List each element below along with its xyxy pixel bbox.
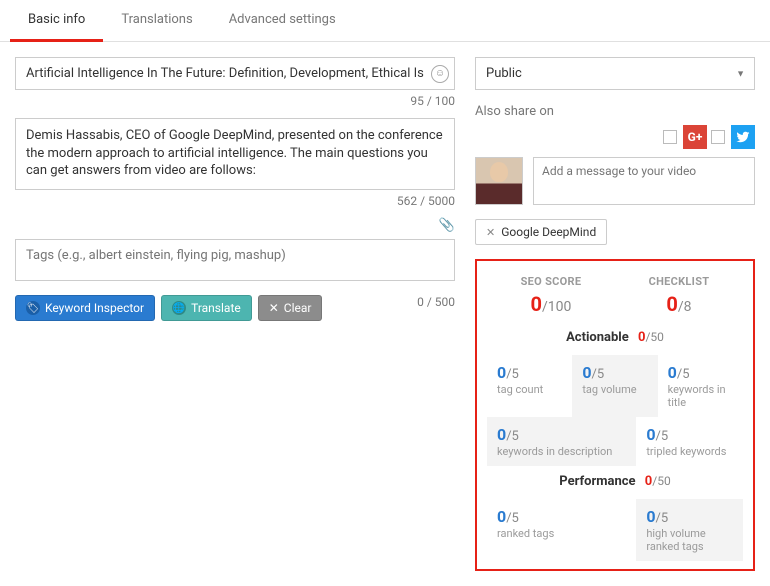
- button-label: Clear: [284, 301, 312, 315]
- tabs-bar: Basic info Translations Advanced setting…: [0, 0, 770, 42]
- twitter-icon[interactable]: [731, 125, 755, 149]
- avatar: [475, 157, 523, 205]
- privacy-select[interactable]: Public: [475, 57, 755, 90]
- google-plus-icon[interactable]: G+: [683, 125, 707, 149]
- metric-tripled-keywords: 0/5tripled keywords: [636, 417, 743, 466]
- description-counter: 562 / 5000: [15, 194, 455, 208]
- chip-label: Google DeepMind: [501, 225, 596, 239]
- tab-basic-info[interactable]: Basic info: [10, 0, 103, 42]
- metric-ranked-tags: 0/5ranked tags: [487, 499, 636, 561]
- metric-keywords-title: 0/5keywords in title: [658, 355, 743, 417]
- translate-button[interactable]: 🌐 Translate: [161, 295, 252, 321]
- twitter-checkbox[interactable]: [711, 130, 725, 144]
- metric-tag-volume: 0/5tag volume: [572, 355, 657, 417]
- video-description-input[interactable]: Demis Hassabis, CEO of Google DeepMind, …: [15, 118, 455, 190]
- google-plus-checkbox[interactable]: [663, 130, 677, 144]
- close-icon[interactable]: ✕: [486, 226, 495, 239]
- clear-button[interactable]: ✕ Clear: [258, 295, 323, 321]
- tag-icon: 🏷: [26, 301, 40, 315]
- actionable-header: Actionable 0/50: [487, 330, 743, 345]
- emoji-icon[interactable]: ☺: [431, 65, 449, 83]
- title-counter: 95 / 100: [15, 94, 455, 108]
- seo-score-value: 0/100: [521, 292, 582, 316]
- metric-keywords-description: 0/5keywords in description: [487, 417, 636, 466]
- metric-tag-count: 0/5tag count: [487, 355, 572, 417]
- video-title-input[interactable]: [15, 57, 455, 90]
- seo-score-label: SEO SCORE: [521, 275, 582, 288]
- tab-advanced-settings[interactable]: Advanced settings: [211, 0, 354, 41]
- seo-score-panel: SEO SCORE 0/100 CHECKLIST 0/8 Actionable…: [475, 259, 755, 571]
- performance-header: Performance 0/50: [487, 474, 743, 489]
- share-message-input[interactable]: [533, 157, 755, 205]
- button-label: Keyword Inspector: [45, 301, 144, 315]
- share-label: Also share on: [475, 104, 755, 119]
- button-label: Translate: [191, 301, 241, 315]
- globe-icon: 🌐: [172, 301, 186, 315]
- tags-counter: 0 / 500: [417, 295, 455, 309]
- tab-translations[interactable]: Translations: [103, 0, 210, 41]
- close-icon: ✕: [269, 301, 279, 315]
- topic-chip[interactable]: ✕ Google DeepMind: [475, 219, 607, 245]
- tags-input[interactable]: [15, 239, 455, 281]
- metric-high-volume-ranked: 0/5high volume ranked tags: [636, 499, 743, 561]
- checklist-label: CHECKLIST: [649, 275, 710, 288]
- keyword-inspector-button[interactable]: 🏷 Keyword Inspector: [15, 295, 155, 321]
- attachment-icon[interactable]: 📎: [15, 218, 455, 233]
- checklist-value: 0/8: [649, 292, 710, 316]
